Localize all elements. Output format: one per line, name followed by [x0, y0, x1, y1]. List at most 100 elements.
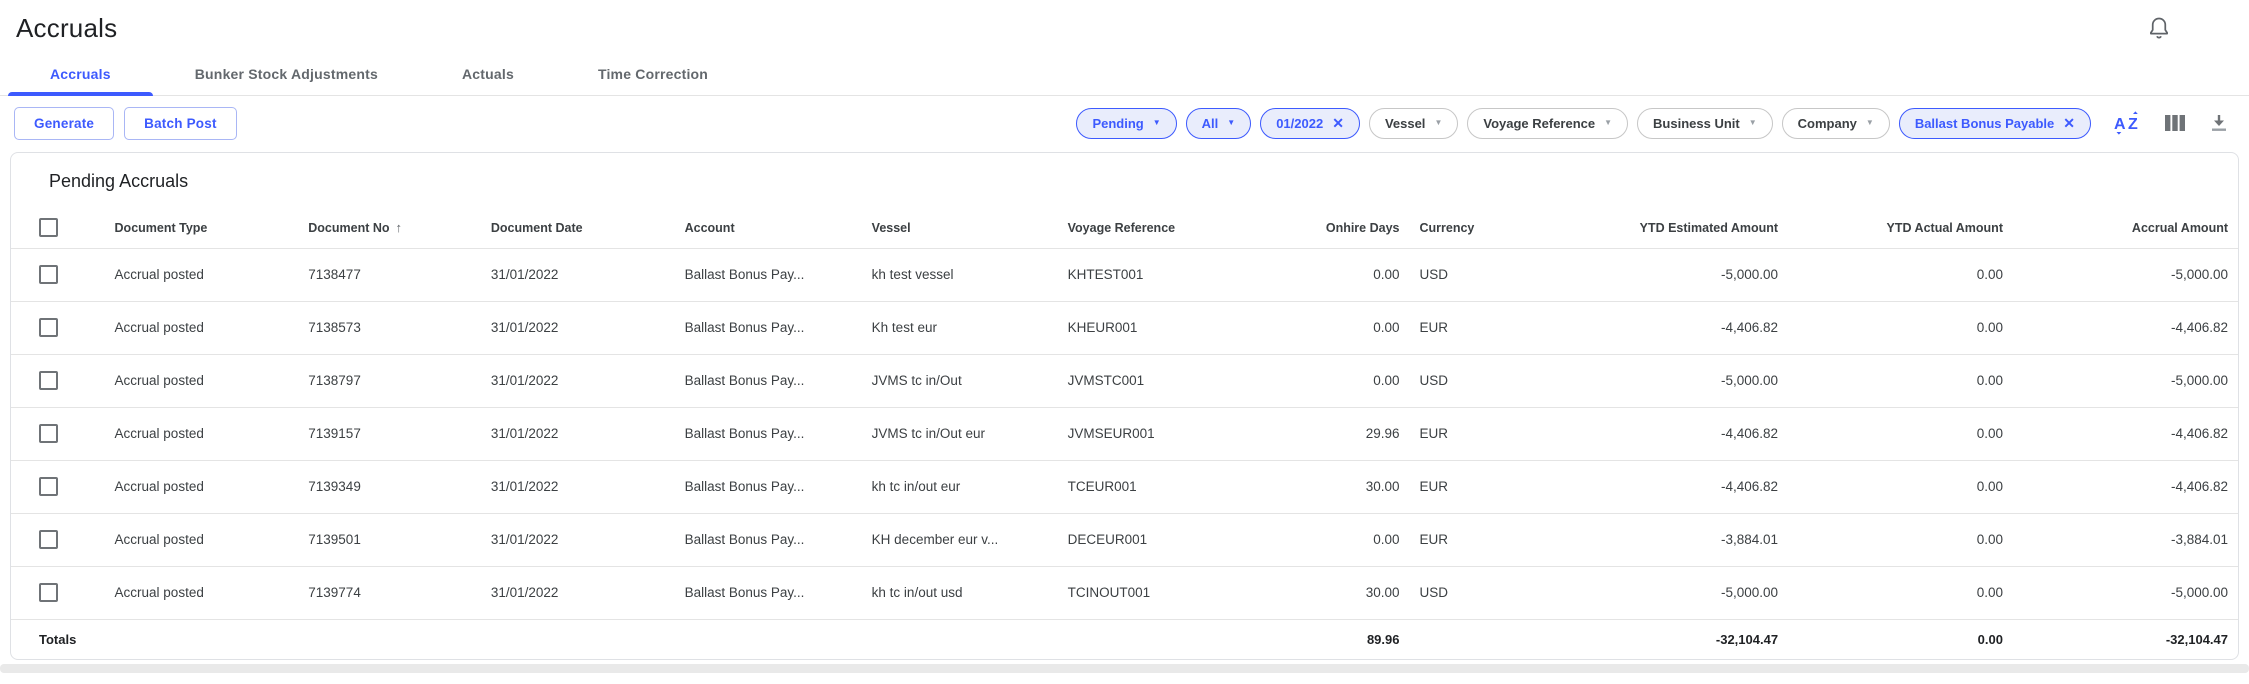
tab-actuals[interactable]: Actuals — [420, 52, 556, 95]
column-header-label: Accrual Amount — [2132, 221, 2228, 235]
column-header-currency[interactable]: Currency — [1409, 208, 1580, 248]
column-header-document-type[interactable]: Document Type — [105, 208, 299, 248]
cell-onhire-days: 0.00 — [1280, 354, 1409, 407]
generate-button[interactable]: Generate — [14, 107, 114, 140]
cell-account: Ballast Bonus Pay... — [675, 566, 862, 619]
column-header-ytd-estimated-amount[interactable]: YTD Estimated Amount — [1581, 208, 1788, 248]
horizontal-scrollbar[interactable] — [0, 664, 2249, 673]
notifications-bell-icon[interactable] — [2146, 15, 2172, 41]
column-header-document-date[interactable]: Document Date — [481, 208, 675, 248]
pending-accruals-card: Pending Accruals Document TypeDocument N… — [10, 152, 2239, 660]
cell-accrual-amount: -5,000.00 — [2013, 248, 2238, 301]
chevron-down-icon[interactable]: ▼ — [1153, 119, 1161, 127]
column-header-onhire-days[interactable]: Onhire Days — [1280, 208, 1409, 248]
cell-voyage-reference: KHEUR001 — [1058, 301, 1281, 354]
chip-label: Company — [1798, 116, 1857, 131]
totals-accrual-amount: -32,104.47 — [2013, 619, 2238, 659]
chevron-down-icon[interactable]: ▼ — [1604, 119, 1612, 127]
table-row[interactable]: Accrual posted713934931/01/2022Ballast B… — [11, 460, 2238, 513]
row-checkbox-cell — [11, 354, 105, 407]
cell-document-date: 31/01/2022 — [481, 460, 675, 513]
cell-currency: EUR — [1409, 460, 1580, 513]
column-header-label: Document Date — [491, 221, 583, 235]
filter-chip-all[interactable]: All▼ — [1186, 108, 1252, 139]
column-header-accrual-amount[interactable]: Accrual Amount — [2013, 208, 2238, 248]
table-row[interactable]: Accrual posted713915731/01/2022Ballast B… — [11, 407, 2238, 460]
column-header-label: Vessel — [872, 221, 911, 235]
tab-label: Accruals — [50, 66, 111, 82]
row-checkbox[interactable] — [39, 583, 58, 602]
chevron-down-icon[interactable]: ▼ — [1434, 119, 1442, 127]
sort-ascending-icon: ↑ — [396, 220, 403, 235]
chevron-down-icon[interactable]: ▼ — [1227, 119, 1235, 127]
row-checkbox-cell — [11, 407, 105, 460]
cell-voyage-reference: JVMSTC001 — [1058, 354, 1281, 407]
cell-document-type: Accrual posted — [105, 301, 299, 354]
close-icon[interactable]: ✕ — [2063, 116, 2075, 130]
tab-bunker-stock-adjustments[interactable]: Bunker Stock Adjustments — [153, 52, 420, 95]
totals-label: Totals — [11, 619, 298, 659]
chevron-down-icon[interactable]: ▼ — [1749, 119, 1757, 127]
row-checkbox-cell — [11, 566, 105, 619]
cell-ytd-estimated-amount: -4,406.82 — [1581, 460, 1788, 513]
sort-alphabetical-icon[interactable]: A Z — [2113, 111, 2143, 135]
filter-chip-voyage-reference[interactable]: Voyage Reference ▼ — [1467, 108, 1628, 139]
table-header-row: Document TypeDocument No↑ Document Date Ac… — [11, 208, 2238, 248]
cell-voyage-reference: JVMSEUR001 — [1058, 407, 1281, 460]
avatar[interactable]: D — [2194, 11, 2229, 46]
column-chooser-icon[interactable] — [2163, 112, 2187, 134]
row-checkbox[interactable] — [39, 318, 58, 337]
cell-account: Ballast Bonus Pay... — [675, 301, 862, 354]
filter-chip-01-2022[interactable]: 01/2022✕ — [1260, 108, 1360, 139]
cell-currency: USD — [1409, 354, 1580, 407]
column-header-voyage-reference[interactable]: Voyage Reference — [1058, 208, 1281, 248]
cell-currency: EUR — [1409, 301, 1580, 354]
tab-accruals[interactable]: Accruals — [8, 52, 153, 95]
tab-bar: Accruals Bunker Stock AdjustmentsActualsT… — [0, 52, 2249, 96]
cell-currency: USD — [1409, 566, 1580, 619]
cell-document-no: 7139774 — [298, 566, 481, 619]
cell-ytd-actual-amount: 0.00 — [1788, 301, 2013, 354]
filter-chip-business-unit[interactable]: Business Unit ▼ — [1637, 108, 1773, 139]
tab-time-correction[interactable]: Time Correction — [556, 52, 750, 95]
row-checkbox[interactable] — [39, 530, 58, 549]
row-checkbox[interactable] — [39, 477, 58, 496]
filter-chip-vessel[interactable]: Vessel▼ — [1369, 108, 1458, 139]
filter-chip-company[interactable]: Company ▼ — [1782, 108, 1890, 139]
column-header-vessel[interactable]: Vessel — [862, 208, 1058, 248]
cell-vessel: kh test vessel — [862, 248, 1058, 301]
select-all-checkbox[interactable] — [39, 218, 58, 237]
cell-document-date: 31/01/2022 — [481, 301, 675, 354]
cell-onhire-days: 29.96 — [1280, 407, 1409, 460]
table-row[interactable]: Accrual posted713847731/01/2022Ballast B… — [11, 248, 2238, 301]
filter-chips: Pending▼ All▼ 01/2022✕ Vessel▼ Voyage Refere… — [1067, 108, 2091, 139]
close-icon[interactable]: ✕ — [1332, 116, 1344, 130]
cell-ytd-actual-amount: 0.00 — [1788, 354, 2013, 407]
table-row[interactable]: Accrual posted713950131/01/2022Ballast B… — [11, 513, 2238, 566]
cell-document-no: 7139349 — [298, 460, 481, 513]
row-checkbox[interactable] — [39, 265, 58, 284]
cell-document-no: 7139157 — [298, 407, 481, 460]
chip-label: Business Unit — [1653, 116, 1740, 131]
cell-vessel: JVMS tc in/Out — [862, 354, 1058, 407]
row-checkbox[interactable] — [39, 371, 58, 390]
column-header-ytd-actual-amount[interactable]: YTD Actual Amount — [1788, 208, 2013, 248]
table-row[interactable]: Accrual posted713879731/01/2022Ballast B… — [11, 354, 2238, 407]
row-checkbox[interactable] — [39, 424, 58, 443]
chip-label: Ballast Bonus Payable — [1915, 116, 2054, 131]
app-header: Accruals D — [0, 0, 2249, 48]
filter-chip-pending[interactable]: Pending▼ — [1076, 108, 1176, 139]
cell-ytd-estimated-amount: -4,406.82 — [1581, 301, 1788, 354]
table-row[interactable]: Accrual posted713857331/01/2022Ballast B… — [11, 301, 2238, 354]
batch-post-button[interactable]: Batch Post — [124, 107, 237, 140]
chevron-down-icon[interactable]: ▼ — [1866, 119, 1874, 127]
column-header-account[interactable]: Account — [675, 208, 862, 248]
column-header-document-no[interactable]: Document No↑ — [298, 208, 481, 248]
cell-accrual-amount: -5,000.00 — [2013, 354, 2238, 407]
row-checkbox-cell — [11, 460, 105, 513]
cell-document-type: Accrual posted — [105, 354, 299, 407]
filter-chip-ballast-bonus-payable[interactable]: Ballast Bonus Payable ✕ — [1899, 108, 2091, 139]
table-row[interactable]: Accrual posted713977431/01/2022Ballast B… — [11, 566, 2238, 619]
download-icon[interactable] — [2207, 111, 2231, 135]
chip-label: Voyage Reference — [1483, 116, 1595, 131]
